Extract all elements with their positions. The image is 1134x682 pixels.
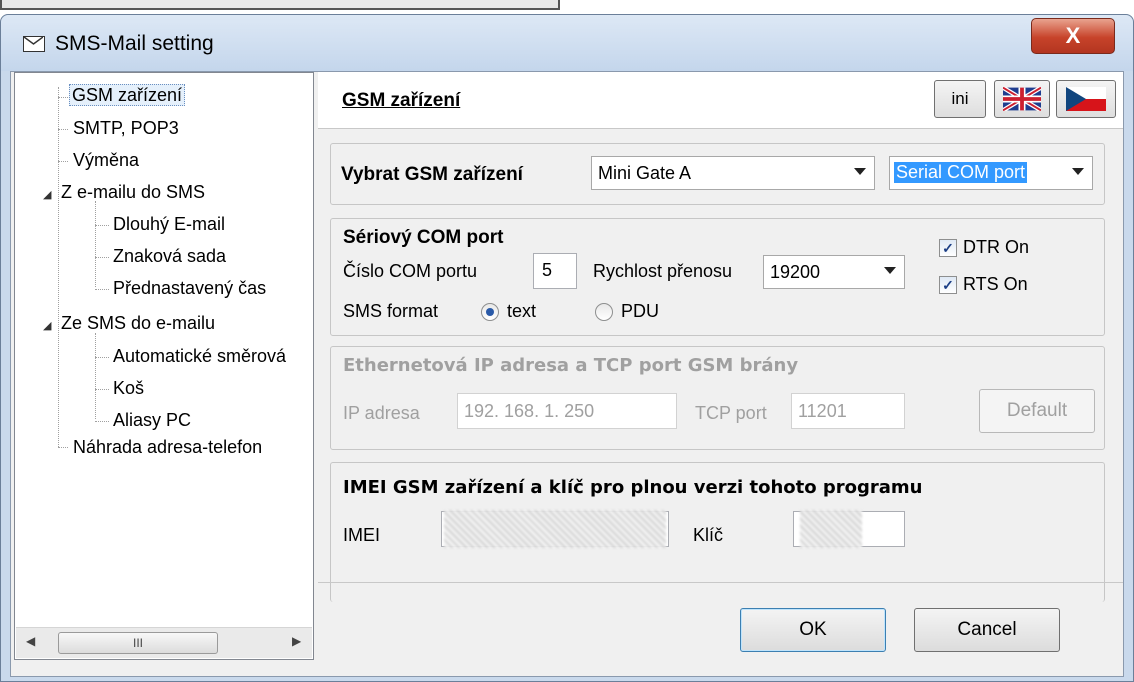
ok-button[interactable]: OK [740,608,886,652]
tree-connector [58,129,68,130]
tree-item-smtp[interactable]: SMTP, POP3 [73,118,179,139]
tree-connector [95,421,109,422]
redacted-key [800,510,862,548]
background-window-edge [0,0,560,10]
redacted-imei [444,510,666,548]
tree-item-gsm[interactable]: GSM zařízení [69,84,186,106]
scrollbar-thumb[interactable]: III [58,632,218,654]
serial-heading: Sériový COM port [343,227,504,248]
default-button[interactable]: Default [979,389,1095,433]
format-text-label: text [507,301,537,321]
tree-connector [95,201,96,287]
chevron-down-icon [854,168,866,175]
tree-connector [95,225,109,226]
tree-item-exchange[interactable]: Výměna [73,150,139,171]
tree-item-auto-routing[interactable]: Automatické směrová [113,346,311,367]
com-port-label: Číslo COM portu [343,261,478,281]
tree-connector [95,257,109,258]
format-pdu-radio[interactable] [595,303,613,321]
czech-language-button[interactable] [1056,80,1116,118]
dtr-checkbox[interactable]: ✓ [939,239,957,257]
close-button[interactable]: X [1031,18,1115,54]
settings-tree[interactable]: GSM zařízení SMTP, POP3 Výměna ◢ Z e-mai… [14,72,314,660]
scroll-right-icon[interactable]: ▶ [292,634,301,648]
uk-flag-icon [1003,87,1041,111]
chevron-down-icon [1072,168,1084,175]
ip-address-input[interactable]: 192. 168. 1. 250 [457,393,677,429]
baud-rate-value: 19200 [770,262,821,282]
tree-item-address-phone[interactable]: Náhrada adresa-telefon [73,437,262,458]
ini-button[interactable]: ini [934,80,986,118]
tree-connector [58,161,68,162]
format-text-radio[interactable] [481,303,499,321]
panel-header: GSM zařízení ini [318,72,1123,129]
tree-connector [95,389,109,390]
device-label: Vybrat GSM zařízení [341,164,523,185]
cz-flag-icon [1066,87,1106,111]
expand-arrow-icon[interactable]: ◢ [43,188,51,201]
ethernet-heading: Ethernetová IP adresa a TCP port GSM brá… [343,355,799,376]
baud-rate-label: Rychlost přenosu [593,261,733,281]
tree-item-label: GSM zařízení [69,84,186,106]
english-language-button[interactable] [994,80,1050,118]
key-label: Klíč [693,525,724,545]
tcp-port-label: TCP port [695,403,767,423]
imei-heading: IMEI GSM zařízení a klíč pro plnou verzi… [343,477,923,498]
scroll-left-icon[interactable]: ◀ [26,634,35,648]
rts-label: RTS On [963,274,1028,294]
tree-connector [95,357,109,358]
page-title: GSM zařízení [342,90,461,111]
tree-connector [58,87,59,447]
tree-connector [58,97,68,98]
title-bar[interactable]: SMS-Mail setting X [1,15,1133,71]
ethernet-group: Ethernetová IP adresa a TCP port GSM brá… [330,346,1105,450]
ip-address-label: IP adresa [343,403,420,423]
imei-group: IMEI GSM zařízení a klíč pro plnou verzi… [330,462,1105,602]
tree-item-preset-time[interactable]: Přednastavený čas [113,278,266,299]
tcp-port-input[interactable]: 11201 [791,393,905,429]
imei-label: IMEI [343,525,381,545]
tcp-port-value: 11201 [798,401,847,421]
format-pdu-label: PDU [621,301,660,321]
tree-item-long-email[interactable]: Dlouhý E-mail [113,214,225,235]
sms-format-label: SMS format [343,301,439,321]
device-dropdown-value: Mini Gate A [598,163,692,183]
dtr-label: DTR On [963,237,1030,257]
tree-item-charset[interactable]: Znaková sada [113,246,226,267]
tree-item-aliases[interactable]: Aliasy PC [113,410,191,431]
cancel-button[interactable]: Cancel [914,608,1060,652]
expand-arrow-icon[interactable]: ◢ [43,319,51,332]
connection-type-value: Serial COM port [894,162,1028,183]
separator [318,582,1123,583]
chevron-down-icon [884,267,896,274]
tree-connector [95,289,109,290]
tree-connector [58,447,68,448]
envelope-icon [23,36,45,52]
tree-item-trash[interactable]: Koš [113,378,144,399]
key-input[interactable] [793,510,905,548]
device-selection-group: Vybrat GSM zařízení Mini Gate A Serial C… [330,143,1105,205]
baud-rate-dropdown[interactable]: 19200 [763,255,905,289]
serial-port-group: Sériový COM port Číslo COM portu 5 Rychl… [330,218,1105,336]
window-title: SMS-Mail setting [55,32,214,55]
connection-type-dropdown[interactable]: Serial COM port [889,156,1093,190]
com-port-input[interactable]: 5 [533,253,577,289]
rts-checkbox[interactable]: ✓ [939,276,957,294]
tree-connector [95,333,96,419]
horizontal-scrollbar[interactable]: ◀ III ▶ [16,627,312,658]
com-port-value: 5 [542,260,553,280]
ip-address-value: 192. 168. 1. 250 [464,401,595,421]
tree-item-sms-to-email[interactable]: Ze SMS do e-mailu [61,313,215,334]
device-dropdown[interactable]: Mini Gate A [591,156,875,190]
imei-input[interactable] [441,510,669,548]
tree-item-email-to-sms[interactable]: Z e-mailu do SMS [61,182,205,203]
